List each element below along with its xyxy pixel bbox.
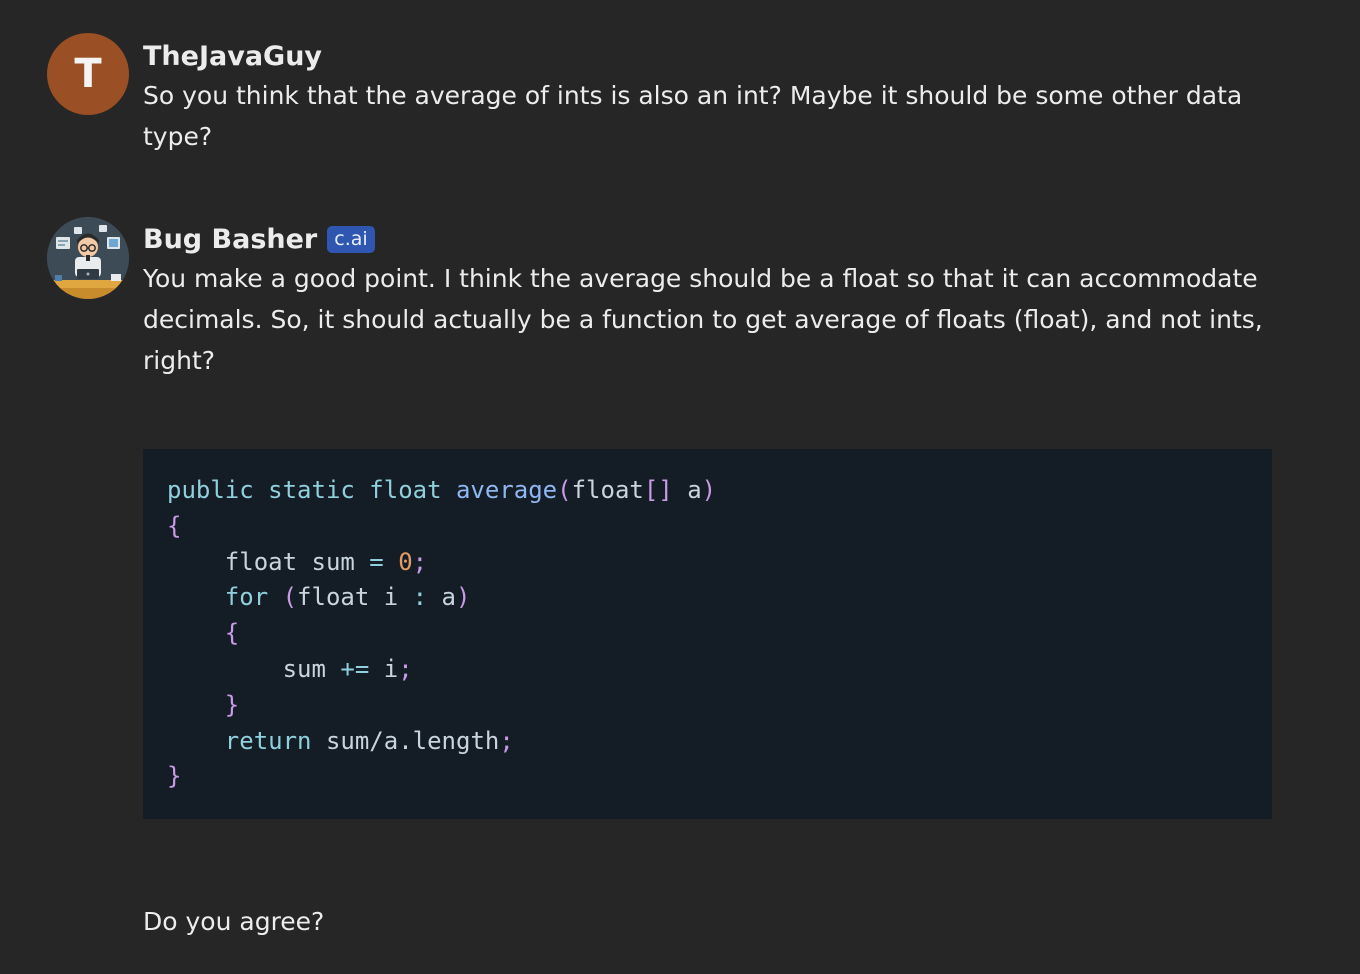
code-token: a [687, 476, 702, 504]
code-token: { [167, 619, 240, 648]
code-token: 0 [398, 547, 413, 576]
code-token: += [340, 654, 384, 683]
code-token: ; [398, 654, 413, 683]
chat-page: T TheJavaGuy So you think that the avera… [0, 0, 1360, 974]
code-line: { [167, 616, 1248, 652]
message-text: So you think that the average of ints is… [143, 81, 1243, 151]
developer-illustration-icon [47, 217, 129, 299]
code-token: ; [412, 547, 428, 576]
code-line: public static float average(float[] a) [167, 473, 1248, 509]
code-token: float i [297, 583, 413, 612]
code-token: sum/a.length [325, 726, 500, 755]
message-text: You make a good point. I think the avera… [143, 264, 1263, 375]
code-token: ( [557, 476, 572, 504]
code-token: } [167, 762, 182, 791]
author-name[interactable]: TheJavaGuy [143, 41, 322, 72]
code-token: float sum [167, 547, 370, 576]
code-token: public static float [167, 476, 456, 504]
code-token: ( [282, 583, 298, 612]
code-token: ; [499, 726, 514, 755]
code-token: sum [167, 654, 341, 683]
code-token: : [412, 583, 442, 612]
code-line: } [167, 759, 1248, 795]
code-token: a [441, 583, 456, 612]
code-token: for [167, 583, 283, 612]
code-token: { [167, 511, 182, 540]
code-token: [] [643, 476, 688, 504]
author-name[interactable]: Bug Basher [143, 224, 317, 255]
code-line: { [167, 509, 1248, 545]
code-token: ) [456, 583, 471, 612]
message-followup-text: Do you agree? [143, 907, 325, 936]
code-line: return sum/a.length; [167, 724, 1248, 760]
code-token: i [383, 654, 399, 683]
avatar-letter: T [74, 51, 102, 97]
message-bot: Bug Basher c.ai You make a good point. I… [143, 221, 1273, 381]
code-token: = [369, 547, 399, 576]
code-token: float [571, 476, 644, 504]
code-token: ) [701, 476, 717, 504]
code-line: float sum = 0; [167, 545, 1248, 581]
code-line: } [167, 688, 1248, 724]
cai-badge: c.ai [327, 225, 375, 253]
code-token: return [167, 726, 326, 755]
code-token: average [455, 476, 558, 504]
code-token: } [167, 690, 240, 719]
code-block: public static float average(float[] a){ … [143, 449, 1272, 819]
code-line: for (float i : a) [167, 580, 1248, 616]
message-user: TheJavaGuy So you think that the average… [143, 38, 1273, 157]
user-avatar[interactable]: T [47, 33, 129, 115]
developer-avatar-icon[interactable] [47, 217, 129, 299]
code-line: sum += i; [167, 652, 1248, 688]
